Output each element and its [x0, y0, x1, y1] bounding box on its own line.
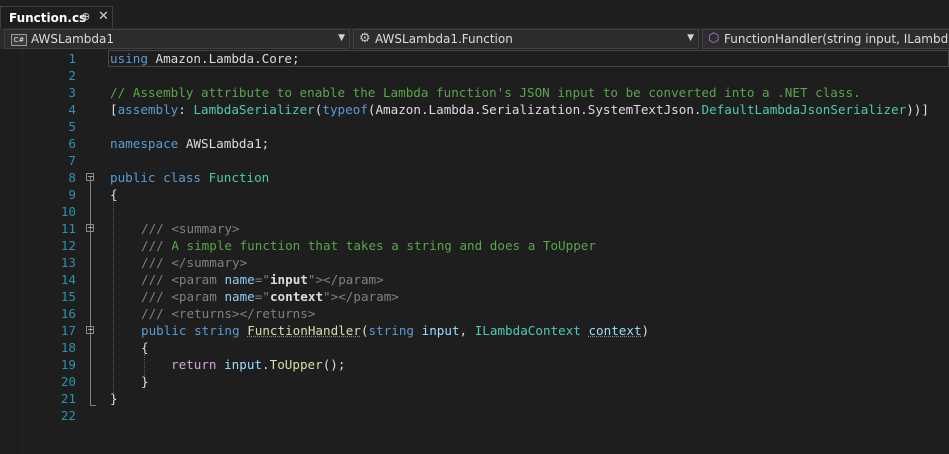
code-doc-comment: /// <param name="input"></param> [141, 272, 384, 287]
line-number: 19 [60, 357, 76, 372]
line-number: 20 [60, 374, 76, 389]
csharp-project-icon: C# [11, 34, 27, 46]
project-name: AWSLambda1 [31, 32, 114, 46]
code-doc-comment: /// A simple function that takes a strin… [141, 238, 596, 253]
code-line: 20 } [0, 373, 949, 390]
line-number: 9 [68, 187, 76, 202]
line-number: 6 [68, 136, 76, 151]
code-line: 4 [assembly: LambdaSerializer(typeof(Ama… [0, 101, 949, 118]
line-number: 13 [60, 255, 76, 270]
code-line: 22 [0, 407, 949, 424]
code-line: 12 /// A simple function that takes a st… [0, 237, 949, 254]
code-line: 10 [0, 203, 949, 220]
pin-icon[interactable]: ⊕ [81, 10, 90, 23]
code-line: 5 [0, 118, 949, 135]
type-dropdown[interactable]: ⚙ AWSLambda1.Function ▼ [353, 29, 699, 49]
type-name: AWSLambda1.Function [375, 32, 513, 46]
code-line: 7 [0, 152, 949, 169]
code-text: public class Function [110, 170, 270, 185]
tab-title: Function.cs [9, 11, 87, 25]
code-line: 6 namespace AWSLambda1; [0, 135, 949, 152]
code-line: 13 /// </summary> [0, 254, 949, 271]
code-line: 9 { [0, 186, 949, 203]
code-doc-comment: /// <param name="context"></param> [141, 289, 399, 304]
chevron-down-icon: ▼ [687, 33, 694, 43]
project-dropdown[interactable]: C# AWSLambda1 ▼ [4, 29, 350, 49]
line-number: 7 [68, 153, 76, 168]
line-number: 18 [60, 340, 76, 355]
code-text: { [141, 340, 149, 355]
line-number: 21 [60, 391, 76, 406]
code-comment: // Assembly attribute to enable the Lamb… [110, 85, 861, 100]
code-text: return input.ToUpper(); [171, 357, 346, 372]
code-line: 19 return input.ToUpper(); [0, 356, 949, 373]
code-line: 21 } [0, 390, 949, 407]
code-line: 11 − /// <summary> [0, 220, 949, 237]
navigation-bar: C# AWSLambda1 ▼ ⚙ AWSLambda1.Function ▼ … [0, 29, 949, 49]
code-line: 14 /// <param name="input"></param> [0, 271, 949, 288]
method-icon: ⬡ [708, 31, 720, 46]
line-number: 1 [68, 51, 76, 66]
line-number: 4 [68, 102, 76, 117]
line-number: 11 [60, 221, 76, 236]
line-number: 5 [68, 119, 76, 134]
code-text: namespace AWSLambda1; [110, 136, 270, 151]
collapse-toggle[interactable]: − [86, 326, 94, 334]
code-line: 17 − public string FunctionHandler(strin… [0, 322, 949, 339]
code-line: 3 // Assembly attribute to enable the La… [0, 84, 949, 101]
chevron-down-icon: ▼ [338, 33, 345, 43]
line-number: 2 [68, 68, 76, 83]
collapse-toggle[interactable]: − [86, 224, 94, 232]
line-number: 17 [60, 323, 76, 338]
code-line: 15 /// <param name="context"></param> [0, 288, 949, 305]
line-number: 22 [60, 408, 76, 423]
code-text: using Amazon.Lambda.Core; [110, 51, 300, 66]
code-line: 8 − public class Function [0, 169, 949, 186]
line-number: 15 [60, 289, 76, 304]
code-line: 1 using Amazon.Lambda.Core; [0, 50, 949, 67]
code-text: public string FunctionHandler(string inp… [141, 323, 650, 338]
line-number: 3 [68, 85, 76, 100]
line-number: 14 [60, 272, 76, 287]
line-number: 16 [60, 306, 76, 321]
code-doc-comment: /// <returns></returns> [141, 306, 316, 321]
line-number: 12 [60, 238, 76, 253]
code-editor[interactable]: 1 using Amazon.Lambda.Core; 2 3 // Assem… [0, 49, 949, 454]
document-tab-strip: Function.cs ⊕ ✕ [0, 0, 949, 30]
code-text: } [110, 391, 118, 406]
code-line: 18 { [0, 339, 949, 356]
member-name: FunctionHandler(string input, ILambdaCon… [724, 32, 949, 46]
code-line: 2 [0, 67, 949, 84]
class-icon: ⚙ [359, 31, 371, 46]
code-text: { [110, 187, 118, 202]
tab-function-cs[interactable]: Function.cs ⊕ ✕ [0, 6, 113, 28]
code-line: 16 /// <returns></returns> [0, 305, 949, 322]
member-dropdown[interactable]: ⬡ FunctionHandler(string input, ILambdaC… [702, 29, 949, 49]
code-doc-comment: /// <summary> [141, 221, 240, 236]
code-text: [assembly: LambdaSerializer(typeof(Amazo… [110, 102, 929, 117]
line-number: 10 [60, 204, 76, 219]
close-icon[interactable]: ✕ [98, 9, 109, 24]
line-number: 8 [68, 170, 76, 185]
code-doc-comment: /// </summary> [141, 255, 248, 270]
code-text: } [141, 374, 149, 389]
collapse-toggle[interactable]: − [86, 173, 94, 181]
